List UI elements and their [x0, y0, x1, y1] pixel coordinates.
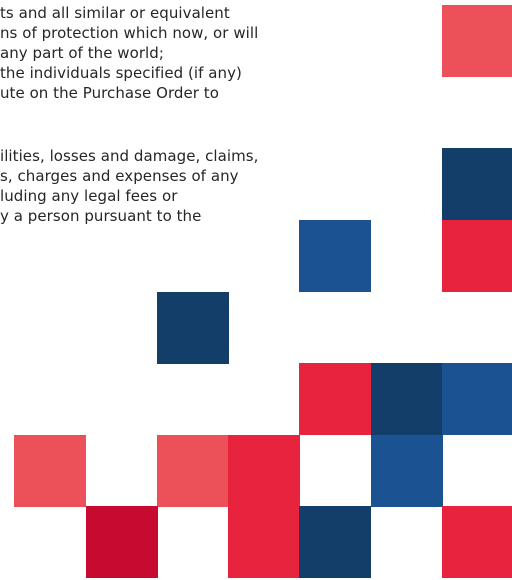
navy-tile-row1-b — [371, 363, 443, 435]
text-line: the individuals specified (if any) — [0, 64, 242, 82]
text-line: ns of protection which now, or will — [0, 24, 259, 42]
text-line: s, charges and expenses of any — [0, 167, 239, 185]
text-line: y a person pursuant to the — [0, 207, 202, 225]
navy-tile-right-upper — [442, 148, 512, 220]
red-tile-row3-d — [442, 506, 512, 578]
text-line: ute on the Purchase Order to — [0, 84, 219, 102]
coral-tile-row2-b — [157, 435, 229, 507]
blue-tile-row1-c — [442, 363, 512, 435]
blue-tile-middle — [299, 220, 371, 292]
text-line: ilities, losses and damage, claims, — [0, 147, 259, 165]
red-tile-row2-c — [228, 435, 300, 507]
text-line: luding any legal fees or — [0, 187, 178, 205]
red-tile-row1-a — [299, 363, 371, 435]
coral-tile-row2-a — [14, 435, 86, 507]
crimson-tile-row3-a — [86, 506, 158, 578]
coral-tile-top-right — [442, 5, 512, 77]
red-tile-right-middle — [442, 220, 512, 292]
text-line: any part of the world; — [0, 44, 164, 62]
red-tile-row3-b — [228, 506, 300, 578]
blue-tile-row2-d — [371, 435, 443, 507]
text-line: ts and all similar or equivalent — [0, 4, 230, 22]
navy-tile-row3-c — [299, 506, 371, 578]
navy-tile-center — [157, 292, 229, 364]
